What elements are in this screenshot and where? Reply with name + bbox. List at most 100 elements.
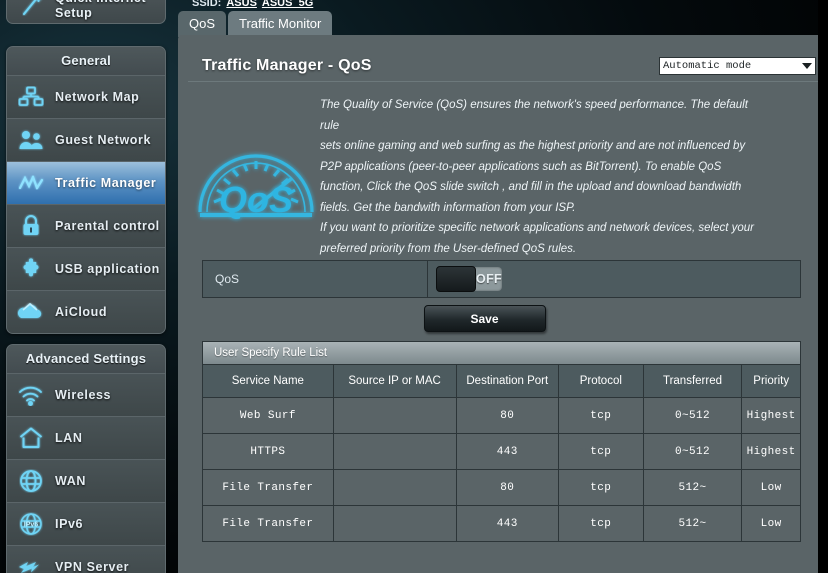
cell-priority: Low (742, 470, 800, 506)
sidebar-item-label: VPN Server (55, 560, 129, 573)
sidebar-item-label: Guest Network (55, 133, 151, 147)
sidebar-item-wan[interactable]: WAN (7, 459, 165, 502)
rule-list-title: User Specify Rule List (203, 342, 800, 365)
title-divider (188, 81, 818, 82)
network-map-icon (7, 86, 55, 108)
cell-transferred: 0~512 (643, 398, 742, 434)
sidebar-item-label: LAN (55, 431, 83, 445)
cell-source-ip-mac (333, 470, 456, 506)
sidebar-item-label: USB application (55, 262, 160, 276)
desc-line: function, Click the QoS slide switch , a… (320, 177, 760, 198)
sidebar-item-wireless[interactable]: Wireless (7, 373, 165, 416)
table-row[interactable]: Web Surf 80 tcp 0~512 Highest (203, 398, 800, 434)
ssid-name-5g[interactable]: ASUS_5G (262, 0, 313, 9)
sidebar-item-vpn-server[interactable]: VPN Server (7, 545, 165, 573)
cell-transferred: 512~ (643, 470, 742, 506)
cell-service-name: File Transfer (203, 470, 333, 506)
user-specify-rule-list: User Specify Rule List Service Name Sour… (202, 341, 801, 542)
sidebar-item-label: Parental control (55, 219, 160, 233)
tab-bar: QoS Traffic Monitor (178, 9, 334, 37)
right-edge-strip (818, 0, 828, 573)
column-header-protocol: Protocol (559, 365, 644, 398)
qos-toggle-row: QoS OFF (202, 260, 801, 298)
wand-icon (7, 0, 55, 19)
table-row[interactable]: HTTPS 443 tcp 0~512 Highest (203, 434, 800, 470)
cell-priority: Highest (742, 398, 800, 434)
sidebar-item-guest-network[interactable]: Guest Network (7, 118, 165, 161)
cell-service-name: Web Surf (203, 398, 333, 434)
switch-knob[interactable] (436, 266, 476, 292)
sidebar-item-label: Network Map (55, 90, 139, 104)
column-header-transferred: Transferred (643, 365, 742, 398)
ipv6-globe-icon: IPv6 (7, 512, 55, 536)
ssid-name-2g[interactable]: ASUS (226, 0, 257, 9)
ssid-bar: SSID: ASUS ASUS_5G (192, 0, 313, 9)
cloud-icon (7, 301, 55, 323)
cell-transferred: 0~512 (643, 434, 742, 470)
qos-mode-select-value: Automatic mode (660, 60, 799, 72)
page-title: Traffic Manager - QoS (202, 57, 372, 75)
save-button[interactable]: Save (424, 305, 546, 332)
cell-source-ip-mac (333, 434, 456, 470)
svg-text:QoS: QoS (219, 179, 293, 220)
sidebar-item-network-map[interactable]: Network Map (7, 75, 165, 118)
sidebar-group-advanced-title: Advanced Settings (7, 345, 165, 373)
tab-traffic-monitor[interactable]: Traffic Monitor (228, 11, 332, 37)
cell-priority: Low (742, 506, 800, 542)
wifi-icon (7, 384, 55, 406)
guest-network-icon (7, 129, 55, 151)
desc-line: preferred priority from the User-defined… (320, 239, 760, 260)
row-divider (427, 261, 428, 297)
quick-setup-label: Quick Internet Setup (55, 0, 146, 21)
rule-table: Service Name Source IP or MAC Destinatio… (203, 365, 800, 541)
sidebar-item-quick-internet-setup[interactable]: Quick Internet Setup (6, 0, 166, 24)
column-header-destination-port: Destination Port (456, 365, 558, 398)
sidebar-item-traffic-manager[interactable]: Traffic Manager (7, 161, 165, 204)
qos-mode-select[interactable]: Automatic mode (659, 57, 816, 75)
tab-qos[interactable]: QoS (178, 11, 226, 37)
sidebar-item-label: WAN (55, 474, 86, 488)
cell-source-ip-mac (333, 506, 456, 542)
ssid-label: SSID: (192, 0, 221, 9)
table-header-row: Service Name Source IP or MAC Destinatio… (203, 365, 800, 398)
vpn-icon (7, 556, 55, 573)
save-button-row: Save (202, 305, 799, 332)
sidebar-item-label: Traffic Manager (55, 176, 156, 190)
globe-icon (7, 469, 55, 493)
sidebar-item-label: Wireless (55, 388, 111, 402)
qos-toggle-label: QoS (203, 272, 427, 286)
desc-line: sets online gaming and web surfing as th… (320, 136, 760, 157)
switch-state-label: OFF (476, 272, 502, 286)
qos-speedometer-logo: QoS (194, 120, 318, 230)
table-row[interactable]: File Transfer 80 tcp 512~ Low (203, 470, 800, 506)
sidebar-group-general: General Network Map (6, 46, 166, 334)
sidebar-item-aicloud[interactable]: AiCloud (7, 290, 165, 333)
cell-priority: Highest (742, 434, 800, 470)
chevron-down-icon[interactable] (799, 59, 815, 73)
cell-destination-port: 80 (456, 470, 558, 506)
column-header-service-name: Service Name (203, 365, 333, 398)
cell-service-name: HTTPS (203, 434, 333, 470)
cell-protocol: tcp (559, 434, 644, 470)
cell-destination-port: 80 (456, 398, 558, 434)
cell-service-name: File Transfer (203, 506, 333, 542)
puzzle-icon (7, 257, 55, 281)
selection-arrow-icon (165, 162, 166, 204)
cell-destination-port: 443 (456, 506, 558, 542)
table-row[interactable]: File Transfer 443 tcp 512~ Low (203, 506, 800, 542)
sidebar-item-parental-control[interactable]: Parental control (7, 204, 165, 247)
home-icon (7, 426, 55, 450)
cell-transferred: 512~ (643, 506, 742, 542)
sidebar-item-usb-application[interactable]: USB application (7, 247, 165, 290)
sidebar-item-ipv6[interactable]: IPv6 IPv6 (7, 502, 165, 545)
svg-text:IPv6: IPv6 (24, 522, 39, 529)
desc-line: The Quality of Service (QoS) ensures the… (320, 95, 760, 136)
sidebar-item-label: IPv6 (55, 517, 83, 531)
lock-icon (7, 214, 55, 238)
sidebar: Quick Internet Setup General (0, 0, 172, 573)
desc-line: fields. Get the bandwith information fro… (320, 198, 760, 219)
sidebar-item-lan[interactable]: LAN (7, 416, 165, 459)
qos-enable-switch[interactable]: OFF (436, 267, 502, 291)
cell-protocol: tcp (559, 398, 644, 434)
cell-destination-port: 443 (456, 434, 558, 470)
